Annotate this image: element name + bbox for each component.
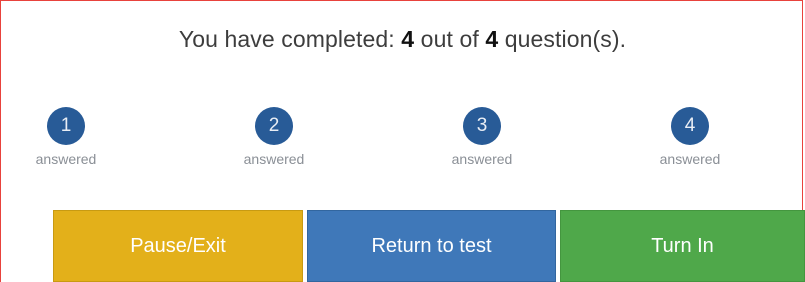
question-4-indicator[interactable]: 4 answered <box>640 107 740 167</box>
completed-count: 4 <box>401 26 415 52</box>
question-2-number[interactable]: 2 <box>255 107 293 145</box>
question-1-number[interactable]: 1 <box>47 107 85 145</box>
question-3-indicator[interactable]: 3 answered <box>432 107 532 167</box>
question-1-status: answered <box>35 151 97 167</box>
pause-exit-button[interactable]: Pause/Exit <box>53 210 303 282</box>
summary-prefix: You have completed: <box>178 26 402 52</box>
question-2-indicator[interactable]: 2 answered <box>224 107 324 167</box>
question-3-number[interactable]: 3 <box>463 107 501 145</box>
completion-summary: You have completed: 4 out of 4 question(… <box>0 26 805 53</box>
question-2-status: answered <box>243 151 305 167</box>
question-4-status: answered <box>659 151 721 167</box>
total-count: 4 <box>485 26 499 52</box>
turn-in-button[interactable]: Turn In <box>560 210 805 282</box>
summary-suffix: question(s). <box>498 26 627 52</box>
summary-middle: out of <box>414 26 486 52</box>
return-to-test-button[interactable]: Return to test <box>307 210 556 282</box>
question-3-status: answered <box>451 151 513 167</box>
question-4-number[interactable]: 4 <box>671 107 709 145</box>
question-1-indicator[interactable]: 1 answered <box>16 107 116 167</box>
